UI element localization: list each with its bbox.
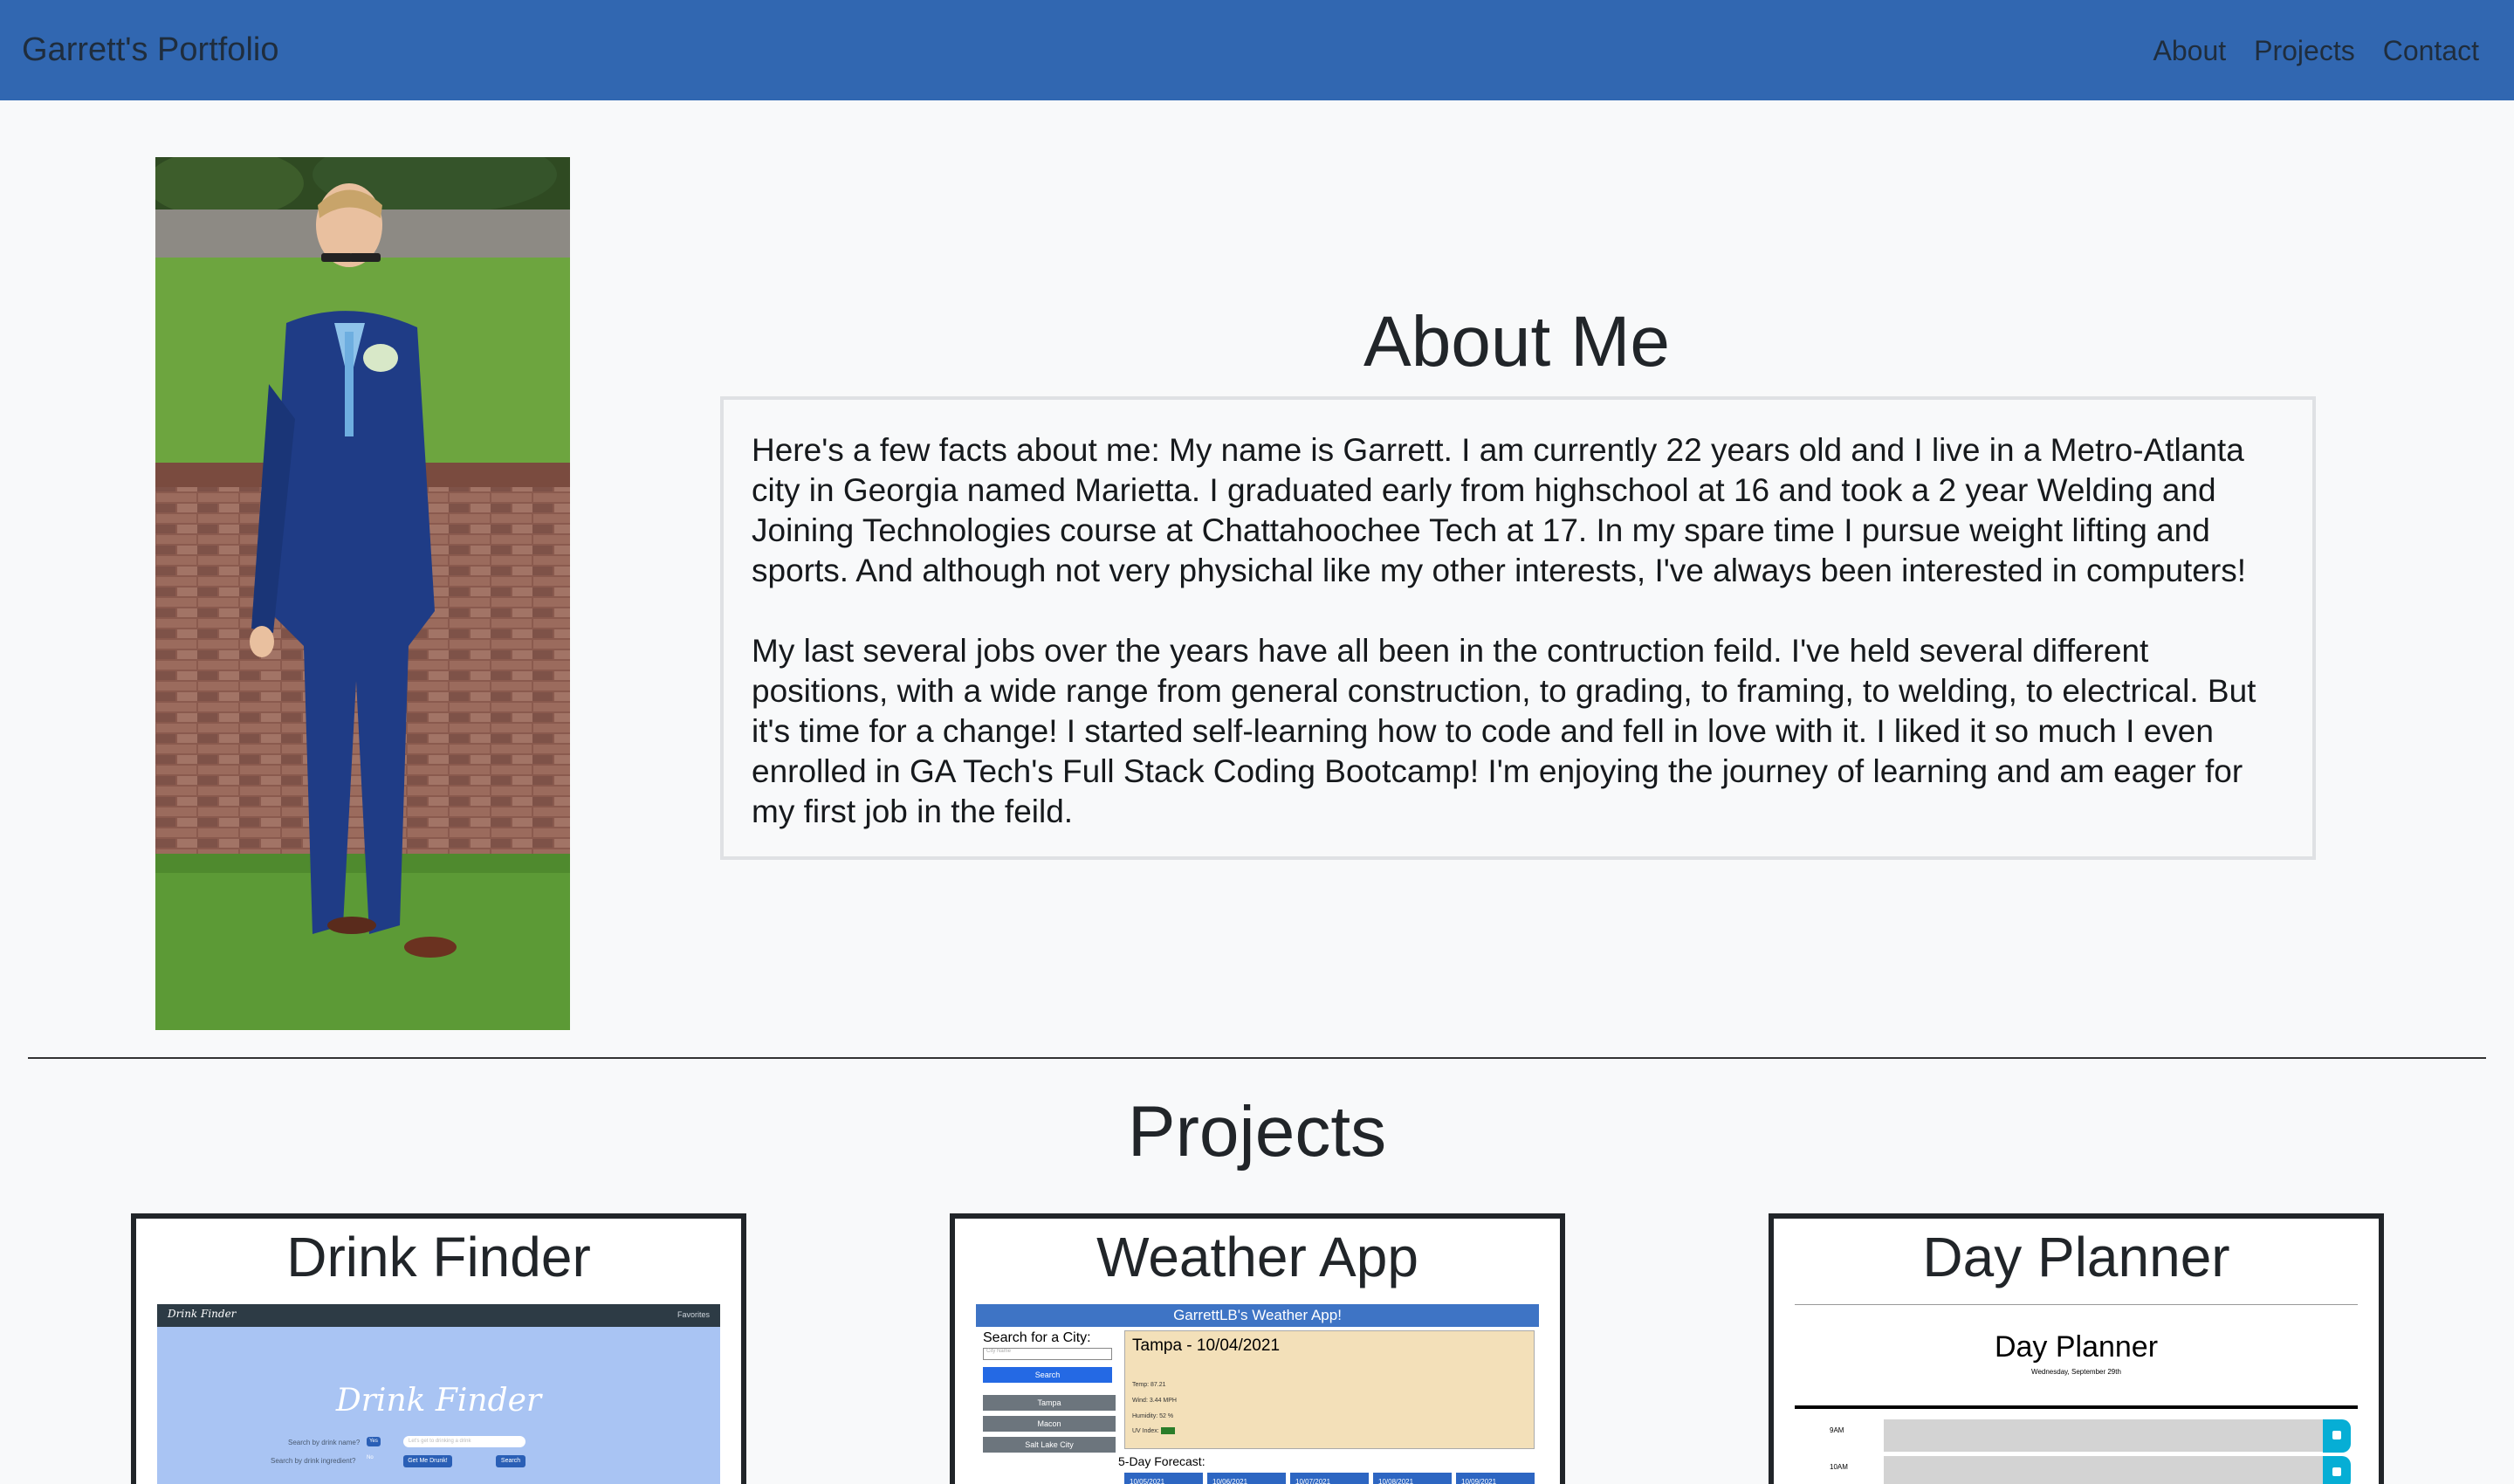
- thumb-navbar: Drink Finder Favorites: [157, 1304, 720, 1327]
- thumb-search-label: Search for a City:: [983, 1330, 1091, 1345]
- thumb-label: Search by drink name?: [288, 1439, 361, 1446]
- project-card-drink-finder[interactable]: Drink Finder Drink Finder Favorites Drin…: [131, 1213, 746, 1484]
- nav-links: About Projects Contact: [2153, 35, 2480, 67]
- thumb-city-button: Salt Lake City: [983, 1437, 1116, 1453]
- brand-link[interactable]: Garrett's Portfolio: [22, 31, 278, 69]
- thumb-date: Wednesday, September 29th: [2031, 1368, 2121, 1376]
- projects-title: Projects: [1127, 1092, 1387, 1171]
- thumb-hour-textarea: [1884, 1456, 2323, 1484]
- thumb-city-input: City Name: [983, 1348, 1112, 1360]
- project-screenshot-day-planner[interactable]: Day Planner Wednesday, September 29th 9A…: [1795, 1304, 2358, 1484]
- thumb-uv-label: UV Index:: [1132, 1427, 1159, 1434]
- thumb-wind: Wind: 3.44 MPH: [1132, 1398, 1177, 1404]
- thumb-humidity: Humidity: 52 %: [1132, 1413, 1174, 1419]
- thumb-button: Get Me Drunk!: [403, 1455, 452, 1467]
- thumb-search-button: Search: [983, 1367, 1112, 1383]
- thumb-hero-title: Drink Finder: [335, 1383, 542, 1419]
- thumb-hour-textarea: [1884, 1419, 2323, 1453]
- about-paragraph: My last several jobs over the years have…: [752, 633, 2256, 829]
- thumb-current-title: Tampa - 10/04/2021: [1132, 1336, 1281, 1355]
- thumb-input: Let's get to drinking a drink: [403, 1436, 525, 1447]
- nav-link-contact[interactable]: Contact: [2383, 35, 2479, 67]
- thumb-search-button: Search: [496, 1455, 525, 1467]
- thumb-hour-label: 9AM: [1830, 1426, 1844, 1434]
- nav-link-about[interactable]: About: [2153, 35, 2227, 67]
- thumb-divider: [1795, 1304, 2358, 1305]
- thumb-hour-label: 10AM: [1830, 1463, 1848, 1471]
- project-screenshot-drink-finder[interactable]: Drink Finder Favorites Drink Finder Sear…: [157, 1304, 720, 1484]
- thumb-hour-row: 10AM: [1795, 1456, 2358, 1484]
- thumb-brand: Drink Finder: [168, 1308, 237, 1320]
- thumb-uv-row: UV Index:: [1132, 1427, 1175, 1434]
- nav-link-projects[interactable]: Projects: [2254, 35, 2355, 67]
- thumb-toggle: Yes: [367, 1437, 381, 1446]
- thumb-city-button: Macon: [983, 1416, 1116, 1432]
- thumb-nav-link: Favorites: [677, 1310, 710, 1319]
- thumb-forecast-day: 10/05/2021: [1124, 1473, 1203, 1484]
- about-title: About Me: [1363, 302, 1670, 381]
- thumb-toggle: No: [367, 1455, 374, 1460]
- thumb-city-button: Tampa: [983, 1395, 1116, 1411]
- thumb-forecast-day: 10/06/2021: [1207, 1473, 1286, 1484]
- about-text-box: Here's a few facts about me: My name is …: [720, 396, 2316, 860]
- thumb-forecast-day: 10/09/2021: [1456, 1473, 1535, 1484]
- section-divider: [28, 1057, 2486, 1059]
- thumb-title: Day Planner: [1994, 1330, 2159, 1364]
- save-icon: [2323, 1456, 2351, 1484]
- thumb-forecast-label: 5-Day Forecast:: [1118, 1454, 1205, 1468]
- navbar: Garrett's Portfolio About Projects Conta…: [0, 0, 2514, 100]
- thumb-sidebar: Search for a City: City Name Search Tamp…: [983, 1330, 1116, 1453]
- project-card-title: Drink Finder: [286, 1226, 591, 1288]
- thumb-header-bar: [1795, 1405, 2358, 1409]
- thumb-hour-row: 9AM: [1795, 1419, 2358, 1454]
- thumb-header: GarrettLB's Weather App!: [976, 1304, 1539, 1327]
- project-card-weather-app[interactable]: Weather App GarrettLB's Weather App! Sea…: [950, 1213, 1565, 1484]
- thumb-label: Search by drink ingredient?: [271, 1457, 356, 1465]
- project-card-title: Day Planner: [1922, 1226, 2230, 1288]
- thumb-current-weather: Tampa - 10/04/2021 Temp: 87.21 Wind: 3.4…: [1124, 1330, 1535, 1449]
- project-card-title: Weather App: [1096, 1226, 1418, 1288]
- project-card-day-planner[interactable]: Day Planner Day Planner Wednesday, Septe…: [1769, 1213, 2384, 1484]
- save-icon: [2323, 1419, 2351, 1453]
- profile-photo: [155, 157, 570, 1030]
- uv-index-badge: [1160, 1427, 1175, 1434]
- thumb-forecast-day: 10/08/2021: [1373, 1473, 1452, 1484]
- project-screenshot-weather-app[interactable]: GarrettLB's Weather App! Search for a Ci…: [976, 1304, 1539, 1484]
- thumb-temp: Temp: 87.21: [1132, 1382, 1166, 1388]
- about-paragraph: Here's a few facts about me: My name is …: [752, 432, 2246, 588]
- thumb-forecast-day: 10/07/2021: [1290, 1473, 1369, 1484]
